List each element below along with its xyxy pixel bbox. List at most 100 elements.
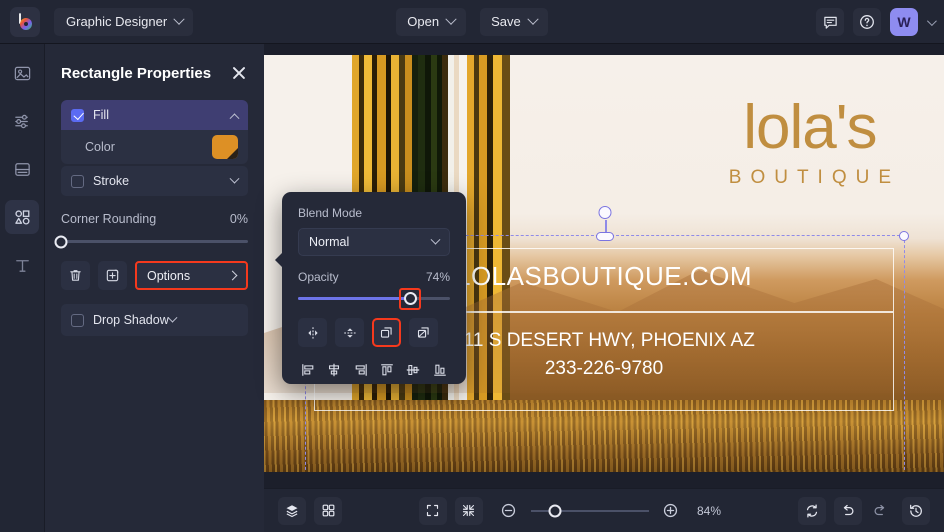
duplicate-icon bbox=[106, 269, 119, 282]
mask-layers-icon bbox=[417, 327, 429, 338]
text-icon bbox=[15, 259, 29, 272]
sidebar-item-text[interactable] bbox=[5, 248, 39, 282]
brand-name: lola's bbox=[743, 93, 877, 162]
chevron-down-icon bbox=[430, 234, 441, 245]
drop-shadow-row[interactable]: Drop Shadow bbox=[61, 304, 248, 336]
open-label: Open bbox=[407, 14, 440, 29]
properties-header: Rectangle Properties bbox=[61, 50, 248, 96]
comment-icon bbox=[823, 16, 837, 29]
delete-button[interactable] bbox=[61, 261, 90, 290]
align-middle-vertical-button[interactable] bbox=[403, 358, 423, 382]
zoom-in-icon bbox=[664, 503, 678, 518]
color-label: Color bbox=[85, 140, 115, 154]
fill-row[interactable]: Fill bbox=[61, 100, 248, 130]
opacity-slider[interactable] bbox=[298, 287, 450, 310]
left-rail bbox=[0, 44, 45, 532]
trash-icon bbox=[70, 270, 81, 281]
fit-screen-button[interactable] bbox=[418, 496, 447, 525]
chevron-down-icon bbox=[445, 13, 457, 25]
opacity-label: Opacity bbox=[298, 270, 339, 284]
zoom-in-button[interactable] bbox=[657, 497, 685, 525]
zoom-slider[interactable] bbox=[530, 504, 649, 517]
duplicate-layer-button[interactable] bbox=[372, 318, 401, 347]
rotate-handle[interactable] bbox=[598, 206, 612, 219]
corner-rounding-knob[interactable] bbox=[54, 235, 68, 248]
fit-screen-icon bbox=[427, 504, 439, 517]
page-title: Rectangle Properties bbox=[61, 64, 212, 82]
undo-button[interactable] bbox=[834, 496, 862, 525]
grid-button[interactable] bbox=[314, 496, 342, 525]
image-icon bbox=[14, 66, 30, 80]
stroke-checkbox[interactable] bbox=[71, 174, 84, 188]
layers-icon bbox=[286, 504, 298, 517]
handle-top-center[interactable] bbox=[596, 231, 614, 241]
properties-panel: Rectangle Properties Fill Color Stroke C… bbox=[45, 44, 264, 532]
brand-logo-text: lola's BOUTIQUE bbox=[720, 97, 900, 189]
align-left-icon bbox=[302, 364, 314, 376]
help-button[interactable] bbox=[853, 8, 881, 36]
fill-color-swatch[interactable] bbox=[212, 135, 238, 159]
save-label: Save bbox=[491, 14, 521, 29]
flip-vertical-button[interactable] bbox=[335, 318, 364, 347]
corner-rounding-value: 0% bbox=[229, 212, 248, 226]
close-icon[interactable] bbox=[230, 64, 248, 82]
sync-button[interactable] bbox=[798, 496, 826, 525]
avatar[interactable]: W bbox=[890, 8, 918, 36]
zoom-out-icon bbox=[502, 503, 516, 518]
align-center-horizontal-button[interactable] bbox=[324, 358, 344, 382]
color-row[interactable]: Color bbox=[61, 130, 248, 164]
corner-rounding-slider[interactable] bbox=[54, 235, 248, 248]
save-button[interactable]: Save bbox=[480, 7, 548, 36]
redo-button[interactable] bbox=[866, 497, 894, 525]
sidebar-item-shapes[interactable] bbox=[5, 200, 39, 234]
comment-button[interactable] bbox=[816, 8, 844, 36]
sidebar-item-images[interactable] bbox=[5, 56, 39, 90]
blend-mode-select[interactable]: Normal bbox=[298, 228, 450, 256]
rotate-handle-stem bbox=[605, 220, 607, 235]
zoom-out-button[interactable] bbox=[495, 497, 523, 525]
stroke-row[interactable]: Stroke bbox=[61, 166, 248, 196]
document-name-dropdown[interactable]: Graphic Designer bbox=[54, 7, 194, 36]
top-toolbar: Graphic Designer Open Save W bbox=[0, 0, 944, 44]
brand-subtitle: BOUTIQUE bbox=[728, 167, 900, 188]
open-button[interactable]: Open bbox=[396, 7, 467, 36]
zoom-slider-knob[interactable] bbox=[548, 504, 562, 517]
shrink-icon bbox=[463, 504, 475, 517]
undo-icon bbox=[843, 504, 854, 515]
chevron-down-icon bbox=[527, 13, 539, 25]
fill-checkbox[interactable] bbox=[71, 108, 84, 122]
mask-layers-button[interactable] bbox=[409, 318, 438, 347]
sliders-icon bbox=[14, 114, 28, 128]
shapes-icon bbox=[14, 209, 30, 225]
chevron-up-icon[interactable] bbox=[229, 112, 240, 123]
app-logo[interactable] bbox=[10, 6, 40, 37]
shrink-button[interactable] bbox=[454, 496, 483, 525]
align-bottom-icon bbox=[433, 364, 446, 376]
stroke-label: Stroke bbox=[93, 174, 130, 188]
sidebar-item-layouts[interactable] bbox=[5, 152, 39, 186]
drop-shadow-checkbox[interactable] bbox=[71, 313, 84, 327]
opacity-slider-knob[interactable] bbox=[399, 287, 422, 310]
history-button[interactable] bbox=[902, 496, 930, 525]
sidebar-item-adjustments[interactable] bbox=[5, 104, 39, 138]
transform-tools bbox=[298, 318, 450, 347]
duplicate-button[interactable] bbox=[98, 261, 127, 290]
opacity-header: Opacity 74% bbox=[298, 270, 450, 284]
align-middle-vertical-icon bbox=[407, 365, 420, 375]
help-circle-icon bbox=[860, 15, 874, 29]
redo-icon bbox=[874, 504, 885, 515]
account-chevron-down-icon[interactable] bbox=[926, 15, 937, 26]
document-name-label: Graphic Designer bbox=[66, 14, 168, 29]
handle-top-right[interactable] bbox=[899, 231, 909, 241]
flip-horizontal-button[interactable] bbox=[298, 318, 327, 347]
align-right-button[interactable] bbox=[351, 358, 371, 382]
align-bottom-button[interactable] bbox=[430, 358, 450, 382]
layers-button[interactable] bbox=[278, 496, 306, 525]
bottom-toolbar: 84% bbox=[264, 488, 944, 532]
align-left-button[interactable] bbox=[298, 358, 318, 382]
options-button[interactable]: Options bbox=[135, 261, 248, 290]
layout-icon bbox=[14, 162, 30, 176]
duplicate-layer-icon bbox=[380, 327, 392, 338]
align-top-button[interactable] bbox=[377, 358, 397, 382]
chevron-down-icon[interactable] bbox=[229, 173, 240, 184]
